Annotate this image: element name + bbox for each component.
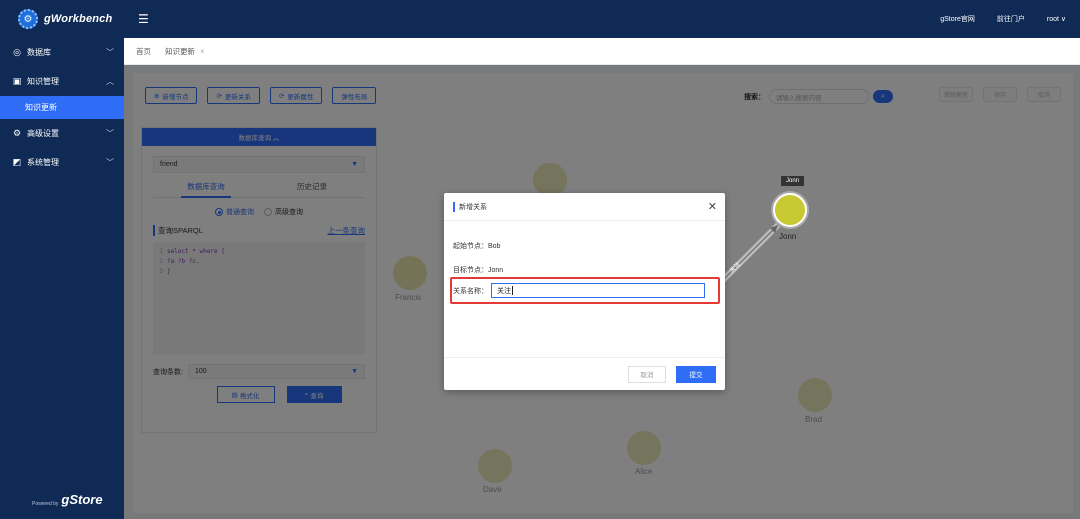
brand-text: gStore <box>61 492 103 507</box>
target-label: 目标节点： <box>453 267 488 274</box>
settings-icon: ⚙ <box>12 128 22 138</box>
sidebar-item-label: 知识更新 <box>25 103 57 112</box>
tab-knowledge-update[interactable]: 知识更新 × <box>165 46 205 57</box>
sidebar-item-advanced[interactable]: ⚙ 高级设置 ﹀ <box>0 119 124 148</box>
source-value: Bob <box>488 242 501 250</box>
dialog-title: 新增关系 <box>453 201 487 212</box>
target-value: Jonn <box>488 266 504 274</box>
gear-logo-icon: ⚙ <box>18 9 38 29</box>
sidebar-item-label: 高级设置 <box>27 129 59 138</box>
menu-toggle-icon[interactable]: ☰ <box>138 12 149 26</box>
powered-by-logo: Powered by gStore <box>32 492 103 507</box>
submit-button[interactable]: 提交 <box>676 365 716 383</box>
chevron-up-icon: ︿ <box>106 77 114 86</box>
sidebar-item-system[interactable]: ◩ 系统管理 ﹀ <box>0 148 124 177</box>
chevron-down-icon: ﹀ <box>106 129 114 138</box>
graph-node-jonn[interactable] <box>773 193 807 227</box>
graph-node-label: Jonn <box>779 232 797 241</box>
dialog-body: 起始节点： Bob 目标节点： Jonn 关系名称： 关注 <box>444 221 725 304</box>
chevron-down-icon: ﹀ <box>106 158 114 167</box>
topbar: ☰ gStore官网 前往门户 root ∨ <box>124 0 1080 38</box>
portal-link[interactable]: 前往门户 <box>997 14 1025 24</box>
chevron-down-icon: ﹀ <box>106 48 114 57</box>
sidebar-item-knowledge[interactable]: ▣ 知识管理 ︿ <box>0 67 124 96</box>
edge-line <box>717 224 779 286</box>
sidebar-item-label: 知识管理 <box>27 77 59 86</box>
sidebar-item-label: 数据库 <box>27 48 51 57</box>
app-logo[interactable]: ⚙ gWorkbench <box>0 0 124 38</box>
system-icon: ◩ <box>12 157 22 167</box>
relation-name-row: 关系名称： 关注 <box>450 277 720 304</box>
node-tooltip: Jonn <box>781 176 805 186</box>
gstore-site-link[interactable]: gStore官网 <box>940 14 975 24</box>
tab-label: 知识更新 <box>165 46 195 56</box>
dialog-footer: 取消 提交 <box>444 357 725 390</box>
source-label: 起始节点： <box>453 243 488 250</box>
sidebar-item-knowledge-update[interactable]: 知识更新 <box>0 96 124 119</box>
close-icon[interactable]: × <box>200 47 205 56</box>
close-icon[interactable]: ✕ <box>708 200 717 213</box>
powered-by-text: Powered by <box>32 501 59 507</box>
cancel-button[interactable]: 取消 <box>628 365 666 383</box>
source-node-row: 起始节点： Bob <box>453 234 716 258</box>
new-relation-dialog: 新增关系 ✕ 起始节点： Bob 目标节点： Jonn 关系名称： 关注 取消 … <box>444 193 725 390</box>
sidebar-item-database[interactable]: ◎ 数据库 ﹀ <box>0 38 124 67</box>
highlight-box <box>450 277 720 304</box>
app-name: gWorkbench <box>44 13 113 25</box>
sidebar: ⚙ gWorkbench ◎ 数据库 ﹀ ▣ 知识管理 ︿ 知识更新 ⚙ 高级设… <box>0 0 124 519</box>
knowledge-icon: ▣ <box>12 76 22 86</box>
tab-label: 首页 <box>136 46 151 56</box>
database-icon: ◎ <box>13 47 21 57</box>
dialog-header: 新增关系 ✕ <box>444 193 725 221</box>
tab-home[interactable]: 首页 <box>136 46 151 57</box>
tabs-bar: 首页 知识更新 × <box>124 38 1080 65</box>
sidebar-item-label: 系统管理 <box>27 158 59 167</box>
user-menu[interactable]: root ∨ <box>1047 15 1066 23</box>
